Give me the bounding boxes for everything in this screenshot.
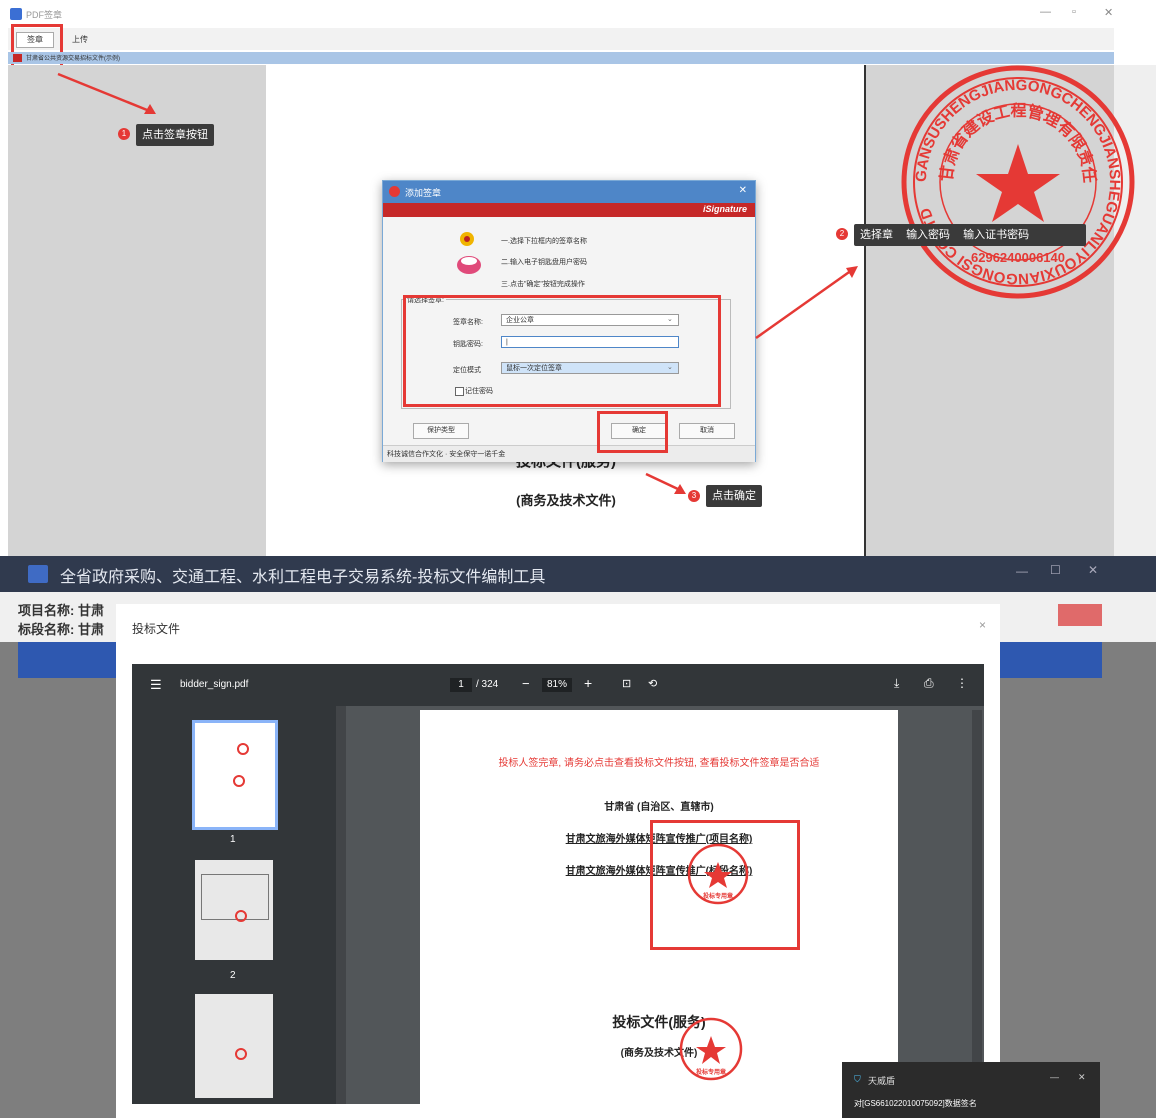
pdf-subtitle: (商务及技术文件) xyxy=(620,1048,698,1059)
thumbnail-page-2[interactable] xyxy=(195,860,273,960)
doc-subtitle: (商务及技术文件) xyxy=(516,493,616,508)
dialog-close-icon[interactable]: ✕ xyxy=(739,185,747,196)
highlight-seal-area xyxy=(650,820,800,950)
step-1-dot: 1 xyxy=(118,128,130,140)
protect-type-button[interactable]: 保护类型 xyxy=(413,423,469,439)
callout-2-part-a: 选择章 xyxy=(860,229,893,241)
print-icon[interactable]: ⎙ xyxy=(924,676,934,691)
toast-app-name: 天威盾 xyxy=(868,1076,896,1086)
arrow-3-icon xyxy=(645,472,686,494)
thumbnail-page-1[interactable] xyxy=(192,720,278,830)
highlight-ok-button xyxy=(597,411,668,453)
pdf-line-province: 甘肃省 (自治区、直辖市) xyxy=(604,802,714,813)
more-icon[interactable]: ⋮ xyxy=(956,676,968,690)
key-disk-icon xyxy=(457,232,481,274)
minimize-icon[interactable]: — xyxy=(1016,564,1028,578)
toast-message: 对[GS661022010075092]数据签名 xyxy=(854,1099,977,1108)
pdf-icon xyxy=(13,54,22,62)
bid-seal-icon: 投标专用章 xyxy=(679,1017,743,1081)
menu-icon[interactable]: ☰ xyxy=(150,677,162,693)
pdf-viewer: ☰ bidder_sign.pdf 1 / 324 − 81% + ⊡ ⟲ ⤓ … xyxy=(132,664,984,1104)
download-icon[interactable]: ⤓ xyxy=(894,676,899,691)
top-screenshot: PDF签章 — ▫ ✕ 签章 上传 甘肃省公共资源交易招标文件(示例) 投标文件… xyxy=(0,0,1156,556)
bottom-screenshot: 全省政府采购、交通工程、水利工程电子交易系统-投标文件编制工具 — ☐ ✕ 项目… xyxy=(0,556,1156,1118)
thumbnail-label-1: 1 xyxy=(230,834,236,845)
signature-toast: ⛉ 天威盾 — ✕ 对[GS661022010075092]数据签名 xyxy=(842,1062,1100,1118)
cancel-button[interactable]: 取消 xyxy=(679,423,735,439)
dialog-brand-bar xyxy=(383,203,755,217)
section-name-label: 标段名称: 甘肃 xyxy=(18,622,104,637)
pdf-title: 投标文件(服务) xyxy=(612,1014,706,1030)
project-name-label: 项目名称: 甘肃 xyxy=(18,603,104,618)
app-title: 全省政府采购、交通工程、水利工程电子交易系统-投标文件编制工具 xyxy=(60,569,546,586)
zoom-out-icon[interactable]: − xyxy=(522,676,530,691)
close-icon[interactable]: ✕ xyxy=(1088,563,1098,577)
callout-2: 选择章 输入密码 输入证书密码 xyxy=(854,224,1086,246)
dialog-title: 添加签章 xyxy=(405,188,442,198)
dialog-brand: iSignature xyxy=(702,204,747,214)
step-3-dot: 3 xyxy=(688,490,700,502)
title-bar xyxy=(0,0,1156,26)
pdf-filename: bidder_sign.pdf xyxy=(180,679,249,690)
zoom-in-icon[interactable]: + xyxy=(584,675,592,691)
maximize-icon[interactable]: ☐ xyxy=(1050,563,1061,577)
highlight-seal-fields xyxy=(403,295,721,407)
svg-text:6296240006140: 6296240006140 xyxy=(971,250,1065,265)
thumb-seal-icon xyxy=(233,775,245,787)
thumbnail-scrollbar[interactable] xyxy=(336,706,346,1104)
toast-close-icon[interactable]: ✕ xyxy=(1078,1072,1086,1083)
arrow-2-icon xyxy=(755,266,858,340)
thumbnail-label-2: 2 xyxy=(230,970,236,981)
step-2-dot: 2 xyxy=(836,228,848,240)
step-line-1: 一.选择下拉框内的签章名称 xyxy=(501,238,587,245)
company-seal-icon: GANSUSHENGJIANGONGCHENGJIANSHEGUANLIYOUX… xyxy=(900,64,1135,299)
red-action-button[interactable] xyxy=(1058,604,1102,626)
close-icon[interactable]: ✕ xyxy=(1104,6,1113,19)
step-line-3: 三.点击"确定"按钮完成操作 xyxy=(501,281,585,288)
rotate-icon[interactable]: ⟲ xyxy=(648,677,657,690)
svg-text:投标专用章: 投标专用章 xyxy=(696,1068,726,1076)
app-logo-icon xyxy=(28,565,48,583)
toast-minimize-icon[interactable]: — xyxy=(1050,1072,1059,1082)
sign-notice: 投标人签完章, 请务必点击查看投标文件按钮, 查看投标文件签章是否合适 xyxy=(498,758,820,769)
minimize-icon[interactable]: — xyxy=(1040,6,1051,18)
maximize-icon[interactable]: ▫ xyxy=(1072,6,1076,18)
modal-close-icon[interactable]: × xyxy=(979,618,986,632)
app-icon xyxy=(10,8,22,20)
callout-3: 点击确定 xyxy=(706,485,762,507)
dialog-status-text: 科技诚信合作文化 · 安全保守一诺千金 xyxy=(387,451,506,458)
modal-title: 投标文件 xyxy=(132,622,181,636)
dialog-app-icon xyxy=(389,186,400,197)
document-tab-bar xyxy=(8,52,1114,64)
arrow-1-icon xyxy=(57,72,156,114)
step-line-2: 二.输入电子钥匙盘用户密码 xyxy=(501,259,587,266)
page-number-input[interactable]: 1 xyxy=(450,678,472,692)
thumb-seal-icon xyxy=(235,1048,247,1060)
document-tab[interactable]: 甘肃省公共资源交易招标文件(示例) xyxy=(26,53,120,62)
fit-page-icon[interactable]: ⊡ xyxy=(622,677,631,690)
thumbnail-page-3[interactable] xyxy=(195,994,273,1098)
zoom-level-input[interactable]: 81% xyxy=(542,678,572,692)
toolbar xyxy=(8,28,1114,50)
pdf-page: 投标人签完章, 请务必点击查看投标文件按钮, 查看投标文件签章是否合适 甘肃省 … xyxy=(420,710,898,1104)
bid-file-modal: 投标文件 × ☰ bidder_sign.pdf 1 / 324 − 81% +… xyxy=(116,604,1000,1118)
shield-icon: ⛉ xyxy=(854,1074,861,1084)
window-title: PDF签章 xyxy=(26,10,63,20)
page-scrollbar[interactable] xyxy=(972,710,982,1104)
page-total: / 324 xyxy=(476,679,499,690)
upload-button[interactable]: 上传 xyxy=(62,32,98,48)
thumb-seal-icon xyxy=(235,910,247,922)
callout-1: 点击签章按钮 xyxy=(136,124,214,146)
thumb-seal-icon xyxy=(237,743,249,755)
callout-2-part-b: 输入证书密码 xyxy=(963,229,1030,241)
callout-2-part-mid: 输入密码 xyxy=(906,229,951,241)
